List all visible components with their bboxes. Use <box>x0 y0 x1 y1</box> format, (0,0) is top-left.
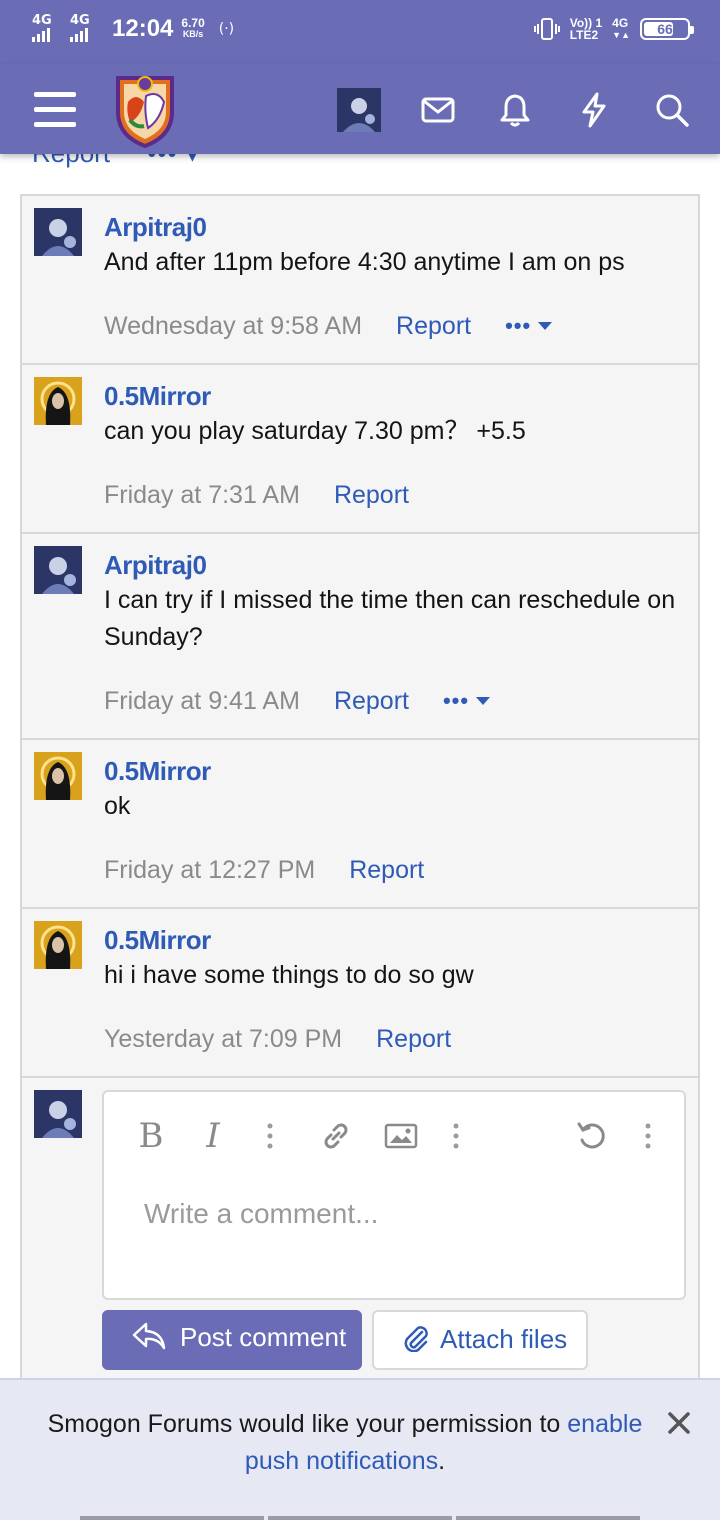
comment-item: 0.5Mirror ok Friday at 12:27 PM Report <box>22 740 698 909</box>
post-comment-label: Post comment <box>180 1322 347 1352</box>
comment-item: 0.5Mirror hi i have some things to do so… <box>22 909 698 1078</box>
report-link[interactable]: Report <box>334 480 409 510</box>
comment-item: Arpitraj0 And after 11pm before 4:30 any… <box>22 196 698 365</box>
user-avatar[interactable] <box>34 752 82 800</box>
comment-text: hi i have some things to do so gw <box>104 961 474 989</box>
post-comment-button[interactable]: Post comment <box>102 1310 362 1370</box>
attach-files-label: Attach files <box>440 1324 568 1354</box>
paperclip-icon <box>404 1326 428 1352</box>
comment-date[interactable]: Friday at 9:41 AM <box>104 686 300 716</box>
attach-files-button[interactable]: Attach files <box>372 1310 588 1370</box>
comment-item: Arpitraj0 I can try if I missed the time… <box>22 534 698 740</box>
report-link[interactable]: Report <box>334 686 409 716</box>
bell-icon[interactable] <box>493 88 537 132</box>
italic-button[interactable]: I <box>198 1116 228 1156</box>
bold-button[interactable]: B <box>134 1116 168 1156</box>
user-avatar[interactable] <box>34 546 82 594</box>
user-avatar[interactable] <box>337 88 381 132</box>
editor-toolbar: B I <box>104 1092 684 1182</box>
close-icon[interactable] <box>664 1408 694 1438</box>
user-avatar <box>34 1090 82 1138</box>
battery-level: 66 <box>657 21 673 37</box>
more-dots: ••• <box>505 313 532 338</box>
more-vertical-icon[interactable] <box>638 1116 658 1156</box>
comment-author[interactable]: 0.5Mirror <box>104 381 678 411</box>
more-vertical-icon[interactable] <box>446 1116 466 1156</box>
forum-logo[interactable] <box>110 72 180 148</box>
comment-text: I can try if I missed the time then can … <box>104 586 676 651</box>
banner-text-end: . <box>438 1447 446 1475</box>
comment-author[interactable]: Arpitraj0 <box>104 550 678 580</box>
chevron-down-icon <box>538 322 553 330</box>
more-options-button[interactable]: ••• <box>443 686 491 716</box>
more-options-button[interactable]: ••• <box>505 311 553 341</box>
report-link[interactable]: Report <box>396 311 471 341</box>
comment-date[interactable]: Friday at 12:27 PM <box>104 855 315 885</box>
reply-icon <box>132 1322 166 1350</box>
link-icon[interactable] <box>318 1116 354 1156</box>
image-icon[interactable] <box>384 1116 418 1156</box>
comment-text: And after 11pm before 4:30 anytime I am … <box>104 248 625 276</box>
push-notification-banner: Smogon Forums would like your permission… <box>0 1378 720 1520</box>
banner-message: Smogon Forums would like your permission… <box>30 1406 660 1480</box>
comment-author[interactable]: Arpitraj0 <box>104 212 678 242</box>
undo-icon[interactable] <box>574 1116 610 1156</box>
comment-editor[interactable]: B I Write a comment... <box>102 1090 686 1300</box>
thread-content: Report ••• ▾ Arpitraj0 And after 11pm be… <box>0 0 720 1520</box>
comment-item: 0.5Mirror can you play saturday 7.30 pm？… <box>22 365 698 534</box>
app-bar <box>0 64 720 154</box>
search-icon[interactable] <box>650 88 694 132</box>
comment-list: Arpitraj0 And after 11pm before 4:30 any… <box>20 194 700 1378</box>
user-avatar[interactable] <box>34 377 82 425</box>
comment-input-placeholder[interactable]: Write a comment... <box>144 1198 378 1230</box>
comment-date[interactable]: Wednesday at 9:58 AM <box>104 311 362 341</box>
user-avatar[interactable] <box>34 921 82 969</box>
comment-date[interactable]: Friday at 7:31 AM <box>104 480 300 510</box>
comment-text: ok <box>104 792 131 820</box>
comment-text: can you play saturday 7.30 pm？ +5.5 <box>104 417 526 445</box>
more-dots: ••• <box>442 688 470 713</box>
mail-icon[interactable] <box>416 88 460 132</box>
report-link[interactable]: Report <box>376 1024 451 1054</box>
navigation-bar <box>80 1516 640 1520</box>
user-avatar[interactable] <box>34 208 82 256</box>
bolt-icon[interactable] <box>572 88 616 132</box>
comment-author[interactable]: 0.5Mirror <box>104 756 678 786</box>
more-vertical-icon[interactable] <box>260 1116 280 1156</box>
banner-text: Smogon Forums would like your permission… <box>47 1410 568 1438</box>
report-link[interactable]: Report <box>349 855 424 885</box>
comment-author[interactable]: 0.5Mirror <box>104 925 678 955</box>
chevron-down-icon <box>476 697 491 705</box>
menu-icon[interactable] <box>34 90 78 128</box>
comment-date[interactable]: Yesterday at 7:09 PM <box>104 1024 342 1054</box>
comment-composer: B I Write a comment... Post comment Atta… <box>22 1078 698 1378</box>
